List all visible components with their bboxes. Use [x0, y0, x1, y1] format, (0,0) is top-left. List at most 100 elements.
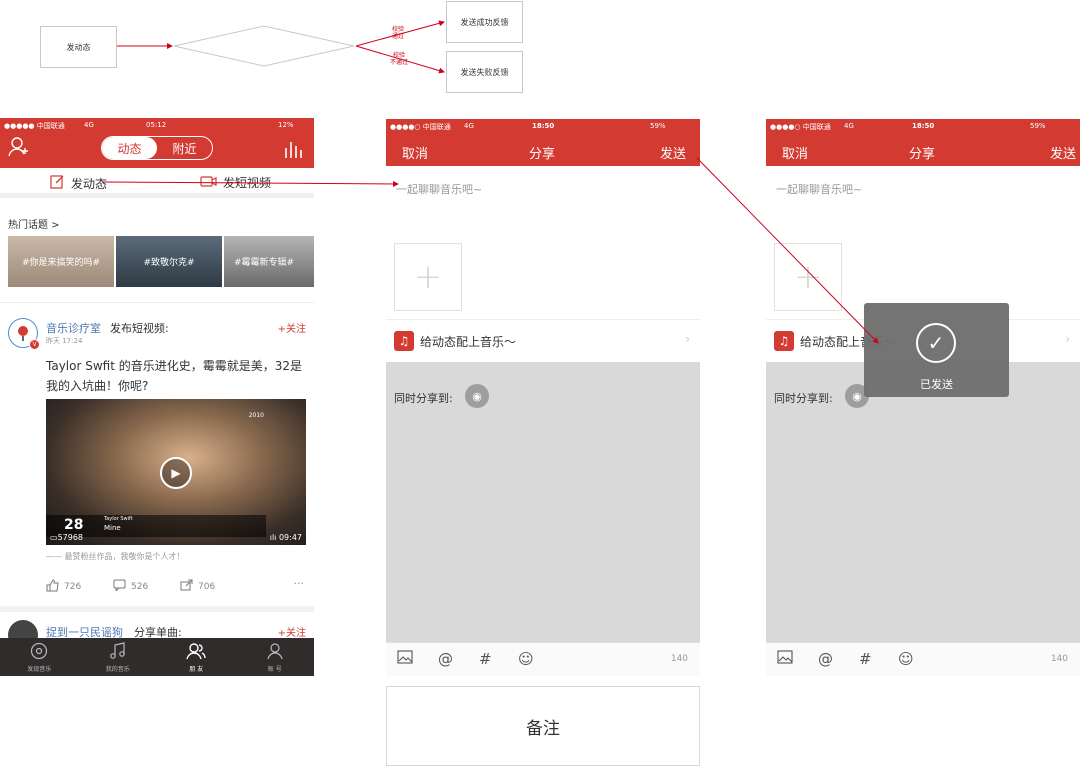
note-box: 备注 [386, 686, 700, 766]
post-action: 发布短视频: [110, 322, 169, 335]
tab-account[interactable]: 账 号 [236, 638, 315, 676]
friends-icon [186, 642, 206, 662]
play-icon[interactable]: ▶ [160, 457, 192, 489]
emoji-icon[interactable]: ☺ [518, 650, 534, 668]
check-icon: ✓ [916, 323, 956, 363]
share-title: 分享 [529, 147, 556, 162]
status-carrier: ●●●●○ 中国联通 [770, 123, 831, 131]
video-duration: ılı 09:47 [269, 533, 302, 542]
add-photo-button[interactable]: + [774, 243, 842, 311]
video-artist: Taylor Swift [104, 516, 133, 522]
status-network: 4G [464, 122, 474, 130]
bottom-tab-bar: 发现音乐 我的音乐 朋 友 账 号 [0, 638, 314, 676]
verified-badge: V [29, 339, 40, 350]
status-carrier: ●●●●● 中国联通 [4, 122, 65, 130]
post-text: Taylor Swfit 的音乐进化史，霉霉就是美，32是我的入坑曲！你呢? [46, 359, 303, 393]
section-divider [0, 302, 314, 303]
tab-dongtai[interactable]: 动态 [102, 137, 157, 159]
emoji-icon[interactable]: ☺ [898, 650, 914, 668]
send-button[interactable]: 发送 [1050, 143, 1076, 162]
comment-icon [113, 579, 126, 594]
status-time: 05:12 [146, 121, 167, 129]
flow-start-box: 发动态 [40, 26, 117, 68]
feed-segment-control: 动态 附近 [101, 136, 213, 160]
post-button-label: 发动态 [71, 176, 108, 191]
flow-pass-label: 校验 通过 [392, 26, 405, 40]
post-button[interactable]: 发动态 [50, 174, 107, 192]
image-icon[interactable] [777, 650, 793, 668]
share-sent-screen: ●●●●○ 中国联通 4G 18:50 59% 取消 分享 发送 一起聊聊音乐吧… [766, 119, 1080, 676]
chevron-right-icon: › [685, 332, 690, 346]
video-views: ▭57968 [50, 533, 84, 542]
hot-topic-card[interactable]: #霉霉新专辑# [224, 236, 314, 287]
share-title: 分享 [909, 147, 936, 162]
share-to-label: 同时分享到: [394, 392, 453, 405]
video-date: 28 [64, 517, 84, 533]
music-note-icon: ♫ [394, 331, 414, 351]
more-icon[interactable]: ··· [294, 577, 305, 590]
tab-nearby[interactable]: 附近 [157, 137, 212, 159]
image-icon[interactable] [397, 650, 413, 668]
status-network: 4G [84, 121, 94, 129]
video-icon: ▭ [50, 533, 58, 542]
send-button[interactable]: 发送 [660, 143, 686, 162]
flow-start-label: 发动态 [66, 42, 91, 52]
toast-text: 已发送 [920, 378, 953, 391]
video-camera-icon [200, 175, 217, 191]
at-icon[interactable]: @ [438, 650, 453, 668]
cancel-button[interactable]: 取消 [402, 143, 428, 162]
flow-check-label: 校验含有文字/图片、音乐 [220, 41, 312, 50]
share-header: ●●●●○ 中国联通 4G 18:50 59% 取消 分享 发送 [766, 119, 1080, 166]
feed-screen: ●●●●● 中国联通 4G 05:12 12% 动态 附近 发动态 发短视频 热… [0, 118, 314, 676]
status-battery: 12% [278, 121, 294, 129]
bars-icon: ılı [269, 533, 279, 542]
hot-topic-card[interactable]: #你是来搞笑的吗# [8, 236, 114, 287]
hashtag-icon[interactable]: # [859, 650, 872, 668]
post-username[interactable]: 音乐诊疗室 [46, 320, 101, 336]
flow-fail-label: 校验 不通过 [390, 52, 409, 66]
tab-friends[interactable]: 朋 友 [157, 638, 236, 676]
post-time: 昨天 17:24 [46, 337, 83, 345]
share-icon [180, 579, 193, 594]
comment-button[interactable]: 526 [113, 579, 148, 594]
share-options-area: 同时分享到: ◉ [386, 362, 700, 642]
post-separator [0, 606, 314, 612]
share-screen: ●●●●○ 中国联通 4G 18:50 59% 取消 分享 发送 一起聊聊音乐吧… [386, 119, 700, 676]
tab-my-music[interactable]: 我的音乐 [79, 638, 158, 676]
status-network: 4G [844, 122, 854, 130]
tab-discover-music[interactable]: 发现音乐 [0, 638, 79, 676]
status-battery: 59% [1030, 122, 1046, 130]
feed-header: ●●●●● 中国联通 4G 05:12 12% 动态 附近 [0, 118, 314, 168]
video-player[interactable]: 2010 ▶ 28 Taylor Swift Mine ▭57968 ılı 0… [46, 399, 306, 545]
message-input[interactable]: 一起聊聊音乐吧~ [776, 181, 862, 197]
hot-topics-title[interactable]: 热门话题 > [8, 216, 60, 231]
status-battery: 59% [650, 122, 666, 130]
short-video-button[interactable]: 发短视频 [200, 174, 271, 191]
follow-button[interactable]: +关注 [278, 320, 306, 335]
plus-icon: + [413, 257, 443, 297]
like-button[interactable]: 726 [46, 579, 81, 595]
weibo-icon[interactable]: ◉ [465, 384, 489, 408]
equalizer-icon[interactable] [284, 140, 304, 162]
status-time: 18:50 [912, 122, 935, 130]
plus-icon: + [793, 257, 823, 297]
cancel-button[interactable]: 取消 [782, 143, 808, 162]
hashtag-icon[interactable]: # [479, 650, 492, 668]
share-button[interactable]: 706 [180, 579, 215, 594]
chevron-right-icon: › [1065, 332, 1070, 346]
hot-topic-card[interactable]: #致敬尔克# [116, 236, 222, 287]
at-icon[interactable]: @ [818, 650, 833, 668]
status-time: 18:50 [532, 122, 555, 130]
message-input[interactable]: 一起聊聊音乐吧~ [396, 181, 482, 197]
music-note-icon [109, 641, 127, 662]
add-music-row[interactable]: ♫ 给动态配上音乐～ › [386, 319, 700, 361]
add-friend-icon[interactable] [8, 136, 30, 162]
account-icon [266, 642, 284, 662]
video-song: Mine [104, 524, 121, 532]
add-photo-button[interactable]: + [394, 243, 462, 311]
char-counter: 140 [670, 654, 688, 664]
status-carrier: ●●●●○ 中国联通 [390, 123, 451, 131]
disc-icon [30, 642, 48, 662]
follow-button[interactable]: +关注 [278, 624, 306, 639]
flow-success-box: 发送成功反馈 [446, 1, 523, 43]
